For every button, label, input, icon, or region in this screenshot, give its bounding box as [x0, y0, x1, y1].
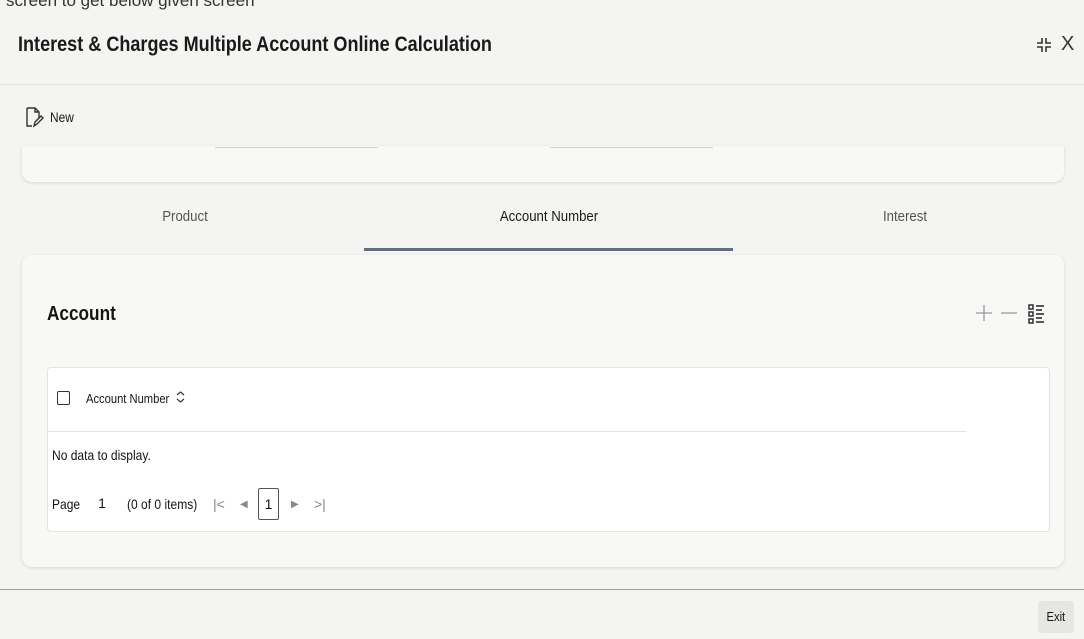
header-field-border — [215, 147, 378, 148]
current-page-button[interactable]: 1 — [258, 488, 279, 520]
empty-table-message: No data to display. — [52, 447, 151, 463]
page-number-input[interactable] — [88, 488, 116, 518]
close-icon[interactable]: X — [1061, 33, 1074, 56]
new-button-label: New — [50, 109, 74, 125]
table-header-divider — [48, 431, 966, 432]
add-icon[interactable] — [974, 303, 994, 323]
columns-icon[interactable] — [1026, 303, 1046, 325]
new-button[interactable]: New — [24, 104, 78, 130]
exit-button[interactable]: Exit — [1038, 601, 1074, 633]
last-page-button[interactable]: >| — [314, 496, 326, 512]
header-field-border — [550, 147, 713, 148]
remove-icon[interactable] — [999, 303, 1019, 323]
account-table — [47, 367, 1050, 532]
collapse-icon[interactable] — [1035, 36, 1053, 54]
new-document-icon — [26, 107, 44, 128]
top-caption-text: screen to get below given screen — [6, 0, 255, 10]
tab-product[interactable]: Product — [40, 208, 330, 248]
column-header-account-number[interactable]: Account Number — [86, 391, 169, 406]
footer-divider — [0, 589, 1084, 590]
sort-icon[interactable] — [175, 390, 186, 404]
header-fields-panel — [22, 146, 1064, 182]
select-all-checkbox[interactable] — [57, 391, 70, 405]
tab-account-number[interactable]: Account Number — [388, 208, 710, 248]
title-divider — [0, 84, 1084, 85]
previous-page-button[interactable]: ◀ — [240, 499, 248, 510]
next-page-button[interactable]: ▶ — [291, 499, 299, 510]
window-title: Interest & Charges Multiple Account Onli… — [18, 33, 492, 56]
exit-button-label: Exit — [1046, 609, 1066, 624]
item-count: (0 of 0 items) — [127, 496, 198, 512]
tab-interest[interactable]: Interest — [760, 208, 1050, 248]
page-label: Page — [52, 496, 81, 512]
section-title: Account — [47, 303, 116, 325]
first-page-button[interactable]: |< — [213, 496, 225, 512]
active-tab-indicator — [364, 248, 733, 251]
